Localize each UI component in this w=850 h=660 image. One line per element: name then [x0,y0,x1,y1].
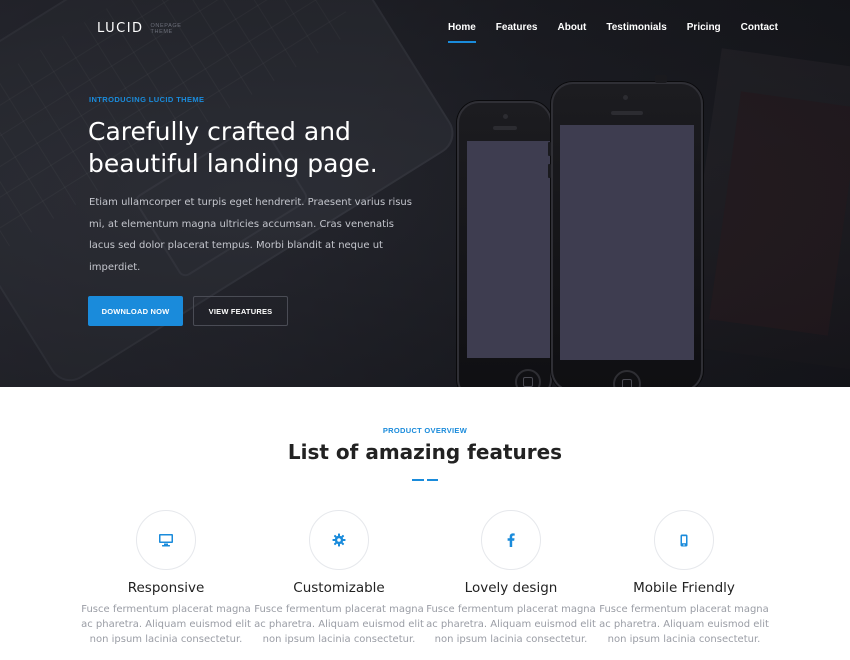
logo-text: LUCID [97,21,144,36]
logo-tagline: ONEPAGE THEME [150,22,182,35]
nav-menu: Home Features About Testimonials Pricing… [448,22,798,43]
section-kicker: PRODUCT OVERVIEW [382,426,468,435]
hero-description: Etiam ullamcorper et turpis eget hendrer… [89,197,412,273]
phone-mockup-small [457,101,552,387]
phone-screen [467,141,551,358]
home-button-icon [613,370,641,387]
title-divider [412,479,438,481]
feature-description: Fusce fermentum placerat magna ac pharet… [254,604,424,645]
nav-link-home[interactable]: Home [448,22,476,43]
phone-screen [560,125,694,360]
download-now-button[interactable]: DOWNLOAD NOW [88,296,183,326]
hero-section: LUCID ONEPAGE THEME Home Features About … [0,0,850,387]
feature-title: Mobile Friendly [633,580,735,596]
feature-title: Lovely design [464,580,558,596]
phone-mockup-large [548,75,703,387]
nav-link-about[interactable]: About [557,22,586,33]
feature-description: Fusce fermentum placerat magna ac pharet… [599,604,769,645]
feature-title: Responsive [127,580,205,596]
feature-description: Fusce fermentum placerat magna ac pharet… [81,604,251,645]
nav-link-testimonials[interactable]: Testimonials [606,22,666,33]
nav-link-pricing[interactable]: Pricing [687,22,721,33]
hero-title: Carefully crafted and beautiful landing … [88,117,378,178]
feature-title: Customizable [293,580,385,596]
feature-description: Fusce fermentum placerat magna ac pharet… [426,604,596,645]
top-navigation: LUCID ONEPAGE THEME Home Features About … [0,0,850,60]
nav-link-contact[interactable]: Contact [741,22,778,33]
gear-icon [309,510,369,570]
mobile-icon [654,510,714,570]
monitor-icon [136,510,196,570]
view-features-button[interactable]: VIEW FEATURES [193,296,288,326]
home-button-icon [515,369,541,387]
nav-link-features[interactable]: Features [496,22,538,33]
facebook-icon [481,510,541,570]
hero-kicker: INTRODUCING LUCID THEME [89,95,205,104]
logo[interactable]: LUCID ONEPAGE THEME [97,21,182,36]
section-title: List of amazing features [287,440,563,464]
